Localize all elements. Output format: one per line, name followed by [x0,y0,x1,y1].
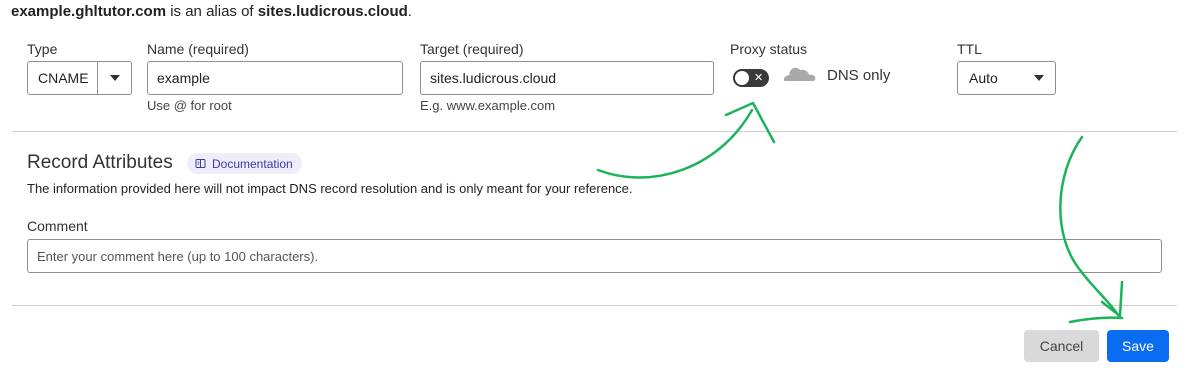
alias-domain: example.ghltutor.com [11,3,167,20]
target-input[interactable]: sites.ludicrous.cloud [420,61,714,95]
chevron-down-icon [1034,75,1044,81]
target-value: sites.ludicrous.cloud [430,70,557,86]
alias-target: sites.ludicrous.cloud [257,3,408,20]
section-divider [12,131,1177,132]
annotation-arrow [1059,135,1120,317]
name-label: Name (required) [147,41,249,57]
annotation-arrow-tail [1068,316,1124,324]
save-button[interactable]: Save [1107,330,1169,362]
target-label: Target (required) [420,41,524,57]
type-value: CNAME [38,70,89,86]
documentation-link[interactable]: Documentation [187,153,302,174]
ttl-value: Auto [969,70,998,86]
proxy-status-label: Proxy status [730,41,808,57]
alias-description: example.ghltutor.com is an alias of site… [11,3,412,20]
comment-label: Comment [27,218,88,234]
cancel-button[interactable]: Cancel [1024,330,1099,362]
target-hint: E.g. www.example.com [420,98,556,113]
attributes-info: The information provided here will not i… [27,181,633,196]
annotation-arrow-head [724,101,776,144]
alias-period: . [407,3,412,20]
alias-middle-text: is an alias of [166,3,258,20]
type-label: Type [27,41,58,57]
name-input[interactable]: example [147,61,403,95]
type-select[interactable]: CNAME [27,61,132,95]
annotation-arrow [596,108,754,179]
book-icon [195,159,206,168]
annotation-arrow-head [1100,280,1124,318]
name-hint: Use @ for root [147,98,232,113]
comment-input[interactable] [27,239,1162,273]
section-title: Record Attributes [27,152,173,173]
name-value: example [157,70,210,86]
documentation-label: Documentation [212,156,293,171]
chevron-down-icon [109,75,120,81]
cloud-icon [784,67,816,81]
proxy-state-text: DNS only [827,67,891,84]
ttl-select[interactable]: Auto [957,61,1056,95]
toggle-knob [735,71,749,85]
proxy-toggle[interactable]: ✕ [733,69,769,87]
footer-divider [12,305,1177,306]
close-icon: ✕ [754,72,764,84]
ttl-label: TTL [957,41,982,57]
type-dropdown-toggle[interactable] [97,62,131,94]
